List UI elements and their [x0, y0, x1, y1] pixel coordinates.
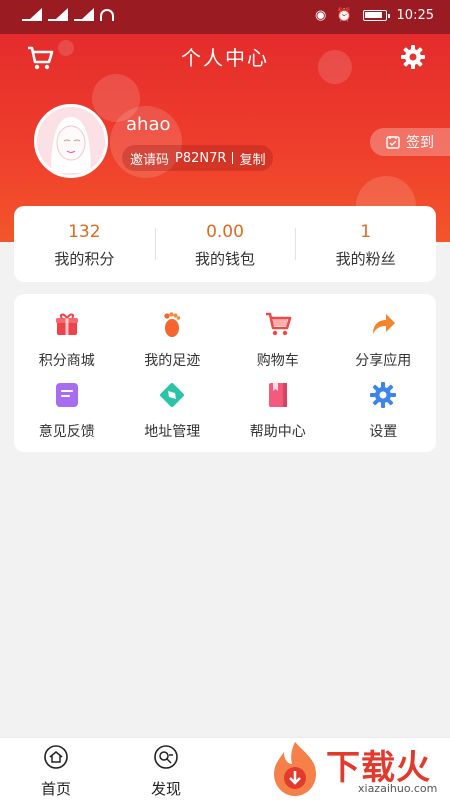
menu-item-address[interactable]: 地址管理 — [120, 381, 226, 451]
signin-label: 签到 — [406, 135, 434, 151]
menu-label: 设置 — [369, 424, 398, 440]
home-icon — [44, 745, 68, 769]
status-time: 10:25 — [396, 8, 434, 23]
tab-discover[interactable]: 发现 — [136, 744, 196, 799]
stat-points[interactable]: 132 我的积分 — [14, 206, 155, 282]
settings-button[interactable] — [400, 44, 426, 70]
stat-label: 我的积分 — [54, 250, 115, 268]
menu-item-feedback[interactable]: 意见反馈 — [14, 381, 120, 451]
menu-item-footprint[interactable]: 我的足迹 — [120, 310, 226, 380]
menu-label: 帮助中心 — [249, 424, 306, 440]
stat-label: 我的粉丝 — [335, 250, 396, 268]
menu-label: 地址管理 — [144, 424, 201, 440]
username: ahao — [126, 114, 171, 135]
signal-indicators — [22, 8, 114, 21]
menu-grid: 积分商城 我的足迹 购物车 分享应用 意见反馈 地址管理 帮助中心 设置 — [14, 294, 436, 452]
stat-wallet[interactable]: 0.00 我的钱包 — [154, 206, 296, 282]
feedback-icon — [55, 383, 78, 407]
signal-icon — [48, 8, 68, 21]
tab-home[interactable]: 首页 — [26, 744, 86, 799]
menu-label: 积分商城 — [38, 353, 95, 369]
menu-item-share-app[interactable]: 分享应用 — [331, 310, 437, 380]
wifi-icon — [100, 9, 114, 21]
eye-icon: ◉ — [315, 8, 327, 23]
invite-code-pill: 邀请码 P82N7R 复制 — [122, 145, 274, 171]
menu-label: 购物车 — [256, 353, 299, 369]
book-icon — [268, 383, 287, 407]
tab-label: 首页 — [40, 780, 71, 798]
status-bar: ◉ ⏰ 10:25 — [0, 0, 450, 34]
menu-item-points-mall[interactable]: 积分商城 — [14, 310, 120, 380]
signal-icon — [74, 8, 94, 21]
stat-fans[interactable]: 1 我的粉丝 — [295, 206, 436, 282]
stat-label: 我的钱包 — [195, 250, 256, 268]
share-icon — [373, 314, 396, 334]
gear-icon — [370, 382, 397, 408]
gear-icon — [401, 45, 425, 69]
tab-label: 发现 — [150, 780, 181, 798]
invite-code: P82N7R — [175, 150, 227, 166]
alarm-icon: ⏰ — [336, 8, 353, 23]
battery-icon — [362, 10, 390, 21]
stat-value: 0.00 — [206, 222, 244, 242]
signin-button[interactable]: 签到 — [370, 128, 450, 156]
footprint-icon — [164, 312, 181, 337]
invite-label: 邀请码 — [130, 152, 170, 168]
discover-icon — [154, 745, 178, 769]
menu-label: 我的足迹 — [144, 353, 201, 369]
signal-icon — [22, 8, 42, 21]
compass-icon — [160, 383, 185, 407]
menu-item-help[interactable]: 帮助中心 — [225, 381, 331, 451]
avatar[interactable] — [34, 104, 108, 178]
flame-logo-icon — [274, 742, 316, 796]
menu-label: 意见反馈 — [38, 424, 95, 440]
watermark-logo: 下载火 xiazaihuo.com — [266, 738, 450, 800]
page-title: 个人中心 — [181, 46, 269, 70]
gift-icon — [55, 313, 78, 335]
stat-value: 132 — [68, 222, 101, 242]
menu-label: 分享应用 — [355, 353, 412, 369]
calendar-icon — [386, 136, 400, 149]
menu-item-settings[interactable]: 设置 — [331, 381, 437, 451]
copy-button[interactable]: 复制 — [239, 149, 265, 168]
cart-icon — [265, 312, 292, 336]
divider — [232, 152, 234, 164]
watermark-subtitle: xiazaihuo.com — [358, 782, 438, 795]
stat-value: 1 — [360, 222, 372, 242]
avatar-face-icon — [51, 117, 91, 173]
stats-card: 132 我的积分 0.00 我的钱包 1 我的粉丝 — [14, 206, 436, 282]
menu-item-shopping-cart[interactable]: 购物车 — [225, 310, 331, 380]
